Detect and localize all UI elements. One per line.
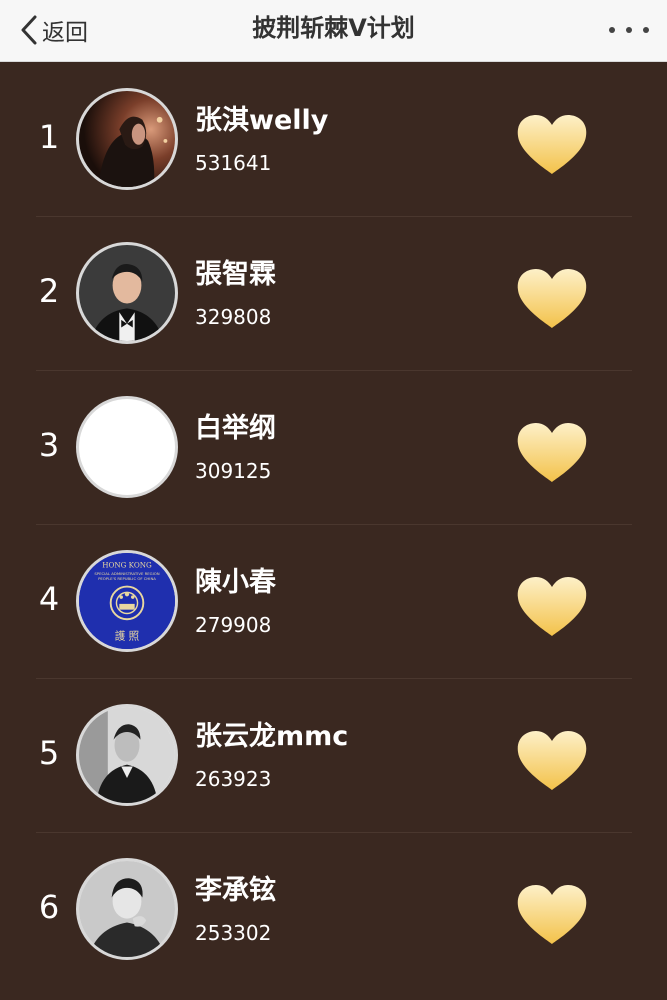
heart-icon (517, 731, 587, 790)
avatar (76, 88, 178, 190)
vote-button[interactable] (516, 576, 588, 638)
vote-count: 279908 (195, 613, 272, 637)
vote-button[interactable] (516, 268, 588, 330)
more-button[interactable] (609, 18, 649, 42)
celebrity-name: 李承铉 (195, 875, 276, 906)
heart-icon (517, 423, 587, 482)
svg-text:PEOPLE'S REPUBLIC OF CHINA: PEOPLE'S REPUBLIC OF CHINA (98, 576, 156, 581)
avatar (76, 858, 178, 960)
celebrity-name: 張智霖 (195, 259, 276, 290)
heart-icon (517, 115, 587, 174)
vote-button[interactable] (516, 422, 588, 484)
rank-number: 5 (38, 734, 60, 772)
heart-icon (517, 269, 587, 328)
avatar (76, 396, 178, 498)
ranking-row: 4 HONG KONG SPECIAL ADMINISTRATIVE REGIO… (0, 524, 667, 678)
avatar-photo (79, 861, 175, 957)
svg-text:護 照: 護 照 (115, 629, 140, 642)
page-title: 披荆斩棘V计划 (252, 14, 415, 42)
nav-bar: 返回 披荆斩棘V计划 (0, 0, 667, 62)
vote-count: 253302 (195, 921, 272, 945)
avatar (76, 242, 178, 344)
more-dots-icon (609, 27, 615, 33)
vote-count: 263923 (195, 767, 272, 791)
avatar-photo (79, 91, 175, 187)
avatar (76, 704, 178, 806)
vote-count: 531641 (195, 151, 272, 175)
rank-number: 2 (38, 272, 60, 310)
vote-button[interactable] (516, 114, 588, 176)
ranking-row: 6 李承铉 253302 (0, 832, 667, 986)
svg-text:HONG KONG: HONG KONG (102, 560, 152, 569)
heart-icon (517, 577, 587, 636)
celebrity-name: 陳小春 (195, 567, 276, 598)
avatar: HONG KONG SPECIAL ADMINISTRATIVE REGION … (76, 550, 178, 652)
celebrity-name: 白举纲 (195, 413, 276, 444)
ranking-row: 1 张淇welly 531641 (0, 62, 667, 216)
vote-count: 309125 (195, 459, 272, 483)
rank-number: 6 (38, 888, 60, 926)
ranking-row: 2 張智霖 329808 (0, 216, 667, 370)
vote-count: 329808 (195, 305, 272, 329)
rank-number: 4 (38, 580, 60, 618)
passport-icon: HONG KONG SPECIAL ADMINISTRATIVE REGION … (79, 553, 175, 649)
avatar-photo (79, 707, 175, 803)
ranking-row: 5 张云龙mmc 263923 (0, 678, 667, 832)
ranking-row: 3 白举纲 309125 (0, 370, 667, 524)
vote-button[interactable] (516, 884, 588, 946)
heart-icon (517, 885, 587, 944)
celebrity-name: 张淇welly (195, 105, 329, 136)
rank-number: 1 (38, 118, 60, 156)
avatar-photo (79, 245, 175, 341)
vote-button[interactable] (516, 730, 588, 792)
celebrity-name: 张云龙mmc (195, 721, 349, 752)
rank-number: 3 (38, 426, 60, 464)
